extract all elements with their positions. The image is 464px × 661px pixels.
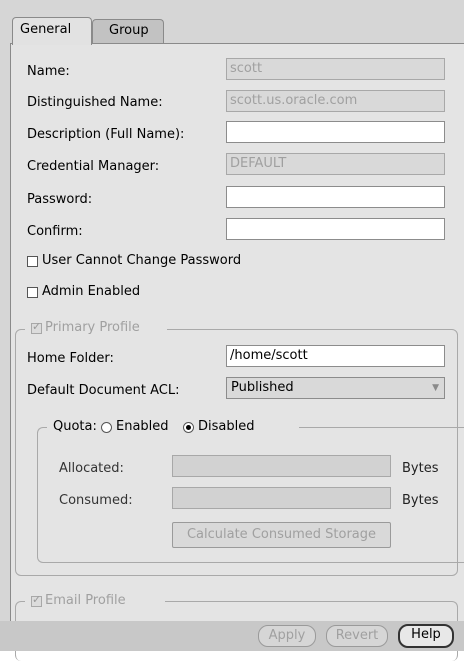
quota-disabled-radio[interactable] — [183, 422, 194, 433]
consumed-label: Consumed: — [59, 493, 133, 508]
revert-button[interactable]: Revert — [326, 625, 388, 647]
admin-enabled-checkbox[interactable] — [27, 287, 38, 298]
allocated-unit: Bytes — [402, 461, 439, 476]
name-field: scott — [226, 58, 445, 80]
general-panel: Name: scott Distinguished Name: scott.us… — [10, 43, 464, 661]
primary-profile-legend: Primary Profile — [25, 320, 167, 336]
home-folder-label: Home Folder: — [27, 351, 114, 366]
chevron-down-icon: ▼ — [432, 383, 439, 393]
button-bar: Apply Revert Help — [0, 621, 464, 651]
password-label: Password: — [27, 192, 93, 207]
default-document-acl-label: Default Document ACL: — [27, 383, 180, 398]
quota-legend: Quota: Enabled Disabled — [47, 419, 299, 435]
distinguished-name-label: Distinguished Name: — [27, 95, 163, 110]
user-cannot-change-password-checkbox[interactable] — [27, 256, 38, 267]
description-field[interactable] — [226, 121, 445, 143]
primary-profile-checkbox[interactable] — [31, 320, 42, 334]
password-field[interactable] — [226, 186, 445, 208]
user-cannot-change-password-label: User Cannot Change Password — [42, 253, 242, 268]
distinguished-name-field: scott.us.oracle.com — [226, 90, 445, 112]
name-label: Name: — [27, 64, 70, 79]
home-folder-field[interactable]: /home/scott — [226, 345, 445, 367]
confirm-label: Confirm: — [27, 224, 83, 239]
default-document-acl-select[interactable]: Published ▼ — [226, 377, 445, 399]
credential-manager-field: DEFAULT — [226, 153, 445, 175]
user-properties-window: Group General Name: scott Distinguished … — [0, 0, 464, 661]
quota-enabled-label: Enabled — [116, 419, 169, 434]
admin-enabled-label: Admin Enabled — [42, 284, 141, 299]
email-profile-legend: Email Profile — [25, 593, 165, 609]
email-profile-checkbox[interactable] — [31, 593, 42, 607]
quota-label: Quota: — [53, 419, 97, 434]
help-button[interactable]: Help — [398, 624, 454, 648]
primary-profile-title: Primary Profile — [45, 320, 140, 335]
consumed-unit: Bytes — [402, 493, 439, 508]
description-label: Description (Full Name): — [27, 127, 185, 142]
allocated-label: Allocated: — [59, 461, 124, 476]
confirm-password-field[interactable] — [226, 218, 445, 240]
tab-general[interactable]: General — [12, 17, 92, 45]
default-document-acl-value: Published — [231, 380, 294, 395]
quota-disabled-label: Disabled — [198, 419, 255, 434]
tab-group[interactable]: Group — [92, 19, 164, 44]
consumed-field — [172, 487, 391, 509]
allocated-field — [172, 455, 391, 477]
calculate-consumed-storage-button[interactable]: Calculate Consumed Storage — [172, 522, 391, 548]
apply-button[interactable]: Apply — [258, 625, 316, 647]
credential-manager-label: Credential Manager: — [27, 159, 160, 174]
tab-bar: Group General — [0, 0, 464, 45]
email-profile-title: Email Profile — [45, 593, 126, 608]
quota-enabled-radio[interactable] — [101, 422, 112, 433]
